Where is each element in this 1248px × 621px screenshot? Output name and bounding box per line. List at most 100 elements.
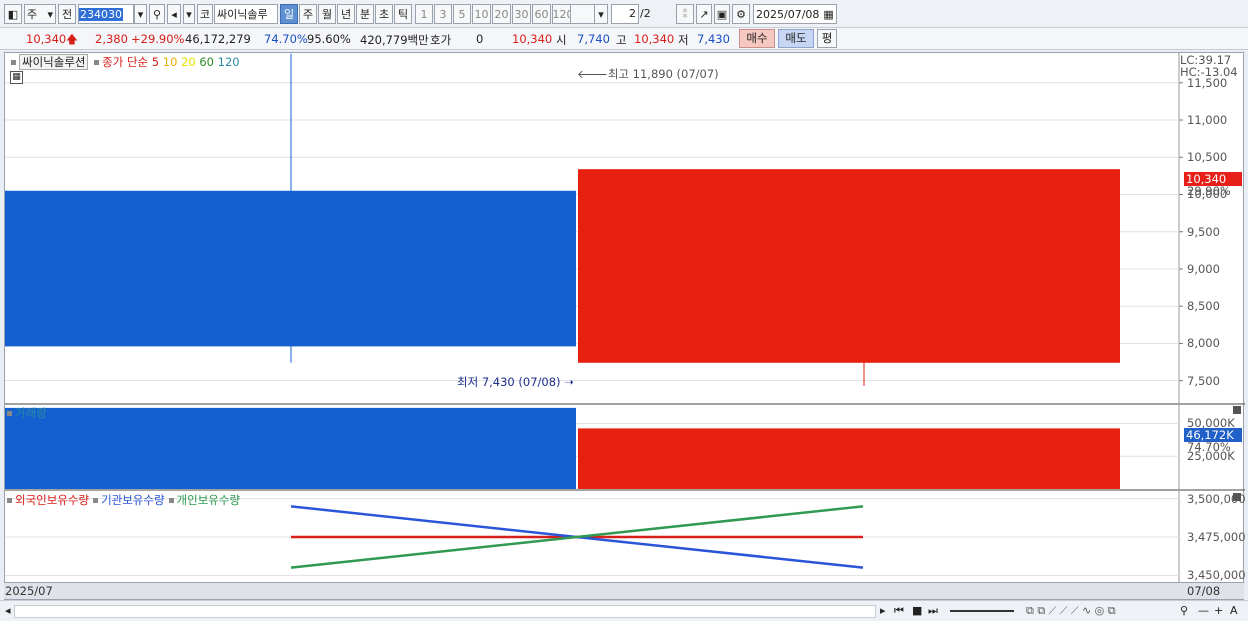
scroll-right-icon[interactable]: ▸ bbox=[880, 604, 886, 617]
date-input[interactable]: 2025/07/08 ▦ bbox=[753, 4, 837, 24]
price-tick-label: 9,000 bbox=[1187, 261, 1220, 276]
save-icon[interactable]: ▣ bbox=[714, 4, 730, 24]
ma-period-label[interactable]: 5 bbox=[152, 55, 163, 69]
price-tick-label: 11,500 bbox=[1187, 75, 1228, 90]
current-pct-tag: 29.90% bbox=[1187, 184, 1231, 198]
indicator-icon[interactable]: ↗ bbox=[696, 4, 712, 24]
fast-forward-icon[interactable]: ⏭ bbox=[928, 604, 938, 618]
prev-button[interactable]: 전 bbox=[58, 4, 76, 24]
page-total: /2 bbox=[640, 7, 651, 20]
volume-title[interactable]: 거래량 bbox=[15, 406, 47, 420]
legend-marker-icon bbox=[168, 497, 174, 503]
market-button[interactable]: 코 bbox=[197, 4, 213, 24]
ratio-percent: 95.60% bbox=[307, 32, 351, 46]
low-value: 7,430 bbox=[697, 32, 730, 46]
high-label: 고 bbox=[616, 33, 627, 47]
eval-button[interactable]: 평 bbox=[817, 29, 837, 48]
rewind-icon[interactable]: ⏮ bbox=[894, 604, 904, 618]
stock-name-field: 싸이닉솔루 bbox=[214, 4, 278, 24]
legend-marker-icon bbox=[94, 59, 100, 65]
open-label: 시 bbox=[556, 33, 567, 47]
code-dropdown-icon[interactable]: ▾ bbox=[134, 4, 147, 24]
current-volume-pct: 74.70% bbox=[1187, 440, 1231, 454]
ma-period-label[interactable]: 10 bbox=[163, 55, 181, 69]
legend-marker-icon bbox=[7, 410, 12, 416]
stock-code-input[interactable]: 234030 bbox=[78, 4, 134, 24]
interval-tab[interactable]: 30 bbox=[512, 4, 531, 24]
price-tick-label: 9,500 bbox=[1187, 224, 1220, 239]
price-tick-label: 7,500 bbox=[1187, 373, 1220, 388]
buy-button[interactable]: 매수 bbox=[739, 29, 775, 48]
zoom-in-icon[interactable]: + bbox=[1214, 604, 1223, 617]
chart-type-select[interactable]: 주 ▾ bbox=[24, 4, 56, 24]
volume-bar bbox=[578, 428, 1120, 489]
holdings-series-label[interactable]: 개인보유수량 bbox=[177, 493, 240, 507]
interval-dropdown-icon[interactable]: ▾ bbox=[594, 4, 608, 24]
volume-value: 46,172,279 bbox=[185, 32, 251, 46]
font-size-icon[interactable]: A bbox=[1230, 604, 1238, 617]
link-icon[interactable]: ⁑ bbox=[676, 4, 694, 24]
interval-tab[interactable]: 3 bbox=[434, 4, 452, 24]
right-arrow-icon: ➝ bbox=[564, 375, 574, 389]
quote-price: 10,340 bbox=[512, 32, 553, 46]
period-tab[interactable]: 틱 bbox=[394, 4, 412, 24]
holdings-tick-label: 3,500,000 bbox=[1187, 491, 1246, 506]
bottom-bar: ◂ ▸ ⏮ ■ ⏭ ⧉ ⧉ ⟋ ⟋ ⟋ ∿ ◎ ⧉ ⚲ — + A bbox=[0, 600, 1248, 621]
price-tick-label: 10,500 bbox=[1187, 150, 1228, 165]
date-axis-left: 2025/07 bbox=[5, 584, 53, 598]
high-note-text: 최고 11,890 (07/07) bbox=[607, 67, 719, 81]
high-value: 10,340 bbox=[634, 32, 675, 46]
interval-tab[interactable]: 10 bbox=[472, 4, 491, 24]
table-icon[interactable]: ▦ bbox=[10, 71, 23, 84]
period-tab[interactable]: 일 bbox=[280, 4, 298, 24]
close-panel-icon[interactable] bbox=[1233, 406, 1241, 414]
calendar-icon[interactable]: ▦ bbox=[823, 8, 833, 21]
holdings-tick-label: 3,475,000 bbox=[1187, 530, 1246, 544]
chart-area[interactable]: 싸이닉솔루션 종가 단순 5 10 20 60 120 ▦ LC:39.17 H… bbox=[4, 52, 1246, 600]
gear-icon[interactable]: ⚙ bbox=[732, 4, 750, 24]
scroll-left-icon[interactable]: ◂ bbox=[5, 604, 11, 617]
quote-value: 0 bbox=[476, 32, 484, 46]
candle-body bbox=[578, 169, 1120, 363]
price-legend: 싸이닉솔루션 종가 단순 5 10 20 60 120 bbox=[9, 54, 240, 70]
ma-period-label[interactable]: 60 bbox=[199, 55, 217, 69]
legend-marker-icon bbox=[93, 497, 99, 503]
trade-amount: 420,779백만 bbox=[360, 33, 429, 47]
period-tab[interactable]: 분 bbox=[356, 4, 374, 24]
layout-icon[interactable]: ◧ bbox=[4, 4, 22, 24]
chart-type-label: 주 bbox=[27, 8, 38, 21]
speaker-dropdown-icon[interactable]: ▾ bbox=[183, 4, 195, 24]
chevron-down-icon: ▾ bbox=[47, 7, 53, 21]
horizontal-scrollbar[interactable] bbox=[14, 605, 876, 618]
stop-icon[interactable]: ■ bbox=[912, 604, 922, 617]
page-input[interactable]: 2 bbox=[611, 4, 639, 24]
speaker-icon[interactable]: ◂ bbox=[167, 4, 181, 24]
search-icon[interactable]: ⚲ bbox=[1180, 604, 1188, 617]
ma-label[interactable]: 종가 단순 bbox=[102, 55, 148, 69]
holdings-series-label[interactable]: 기관보유수량 bbox=[101, 493, 164, 507]
draw-tools-icon[interactable]: ⧉ ⧉ ⟋ ⟋ ⟋ ∿ ◎ ⧉ bbox=[1026, 604, 1116, 618]
sell-button[interactable]: 매도 bbox=[778, 29, 814, 48]
period-tab[interactable]: 초 bbox=[375, 4, 393, 24]
stock-name-tag[interactable]: 싸이닉솔루션 bbox=[19, 54, 89, 70]
ma-period-label[interactable]: 20 bbox=[181, 55, 199, 69]
quote-info-row: 10,340 🡅 2,380 +29.90% 46,172,279 74.70%… bbox=[0, 28, 1248, 50]
interval-tab[interactable]: 20 bbox=[492, 4, 511, 24]
holdings-series-label[interactable]: 외국인보유수량 bbox=[15, 493, 89, 507]
search-icon[interactable]: ⚲ bbox=[149, 4, 165, 24]
holdings-tick-label: 3,450,000 bbox=[1187, 568, 1246, 583]
change-value: 2,380 bbox=[95, 32, 128, 46]
period-tab[interactable]: 주 bbox=[299, 4, 317, 24]
ma-period-label[interactable]: 120 bbox=[218, 55, 240, 69]
period-tab[interactable]: 월 bbox=[318, 4, 336, 24]
interval-tab[interactable]: 1 bbox=[415, 4, 433, 24]
quote-label: 호가 bbox=[430, 33, 452, 47]
interval-tab[interactable]: 60 bbox=[532, 4, 551, 24]
period-tab[interactable]: 년 bbox=[337, 4, 355, 24]
interval-tab[interactable]: 5 bbox=[453, 4, 471, 24]
volume-legend: 거래량 bbox=[5, 405, 47, 421]
zoom-slider[interactable] bbox=[950, 610, 1014, 612]
holdings-legend: 외국인보유수량 기관보유수량 개인보유수량 bbox=[5, 492, 242, 508]
low-note-text: 최저 7,430 (07/08) bbox=[457, 375, 561, 389]
zoom-out-icon[interactable]: — bbox=[1198, 604, 1209, 617]
